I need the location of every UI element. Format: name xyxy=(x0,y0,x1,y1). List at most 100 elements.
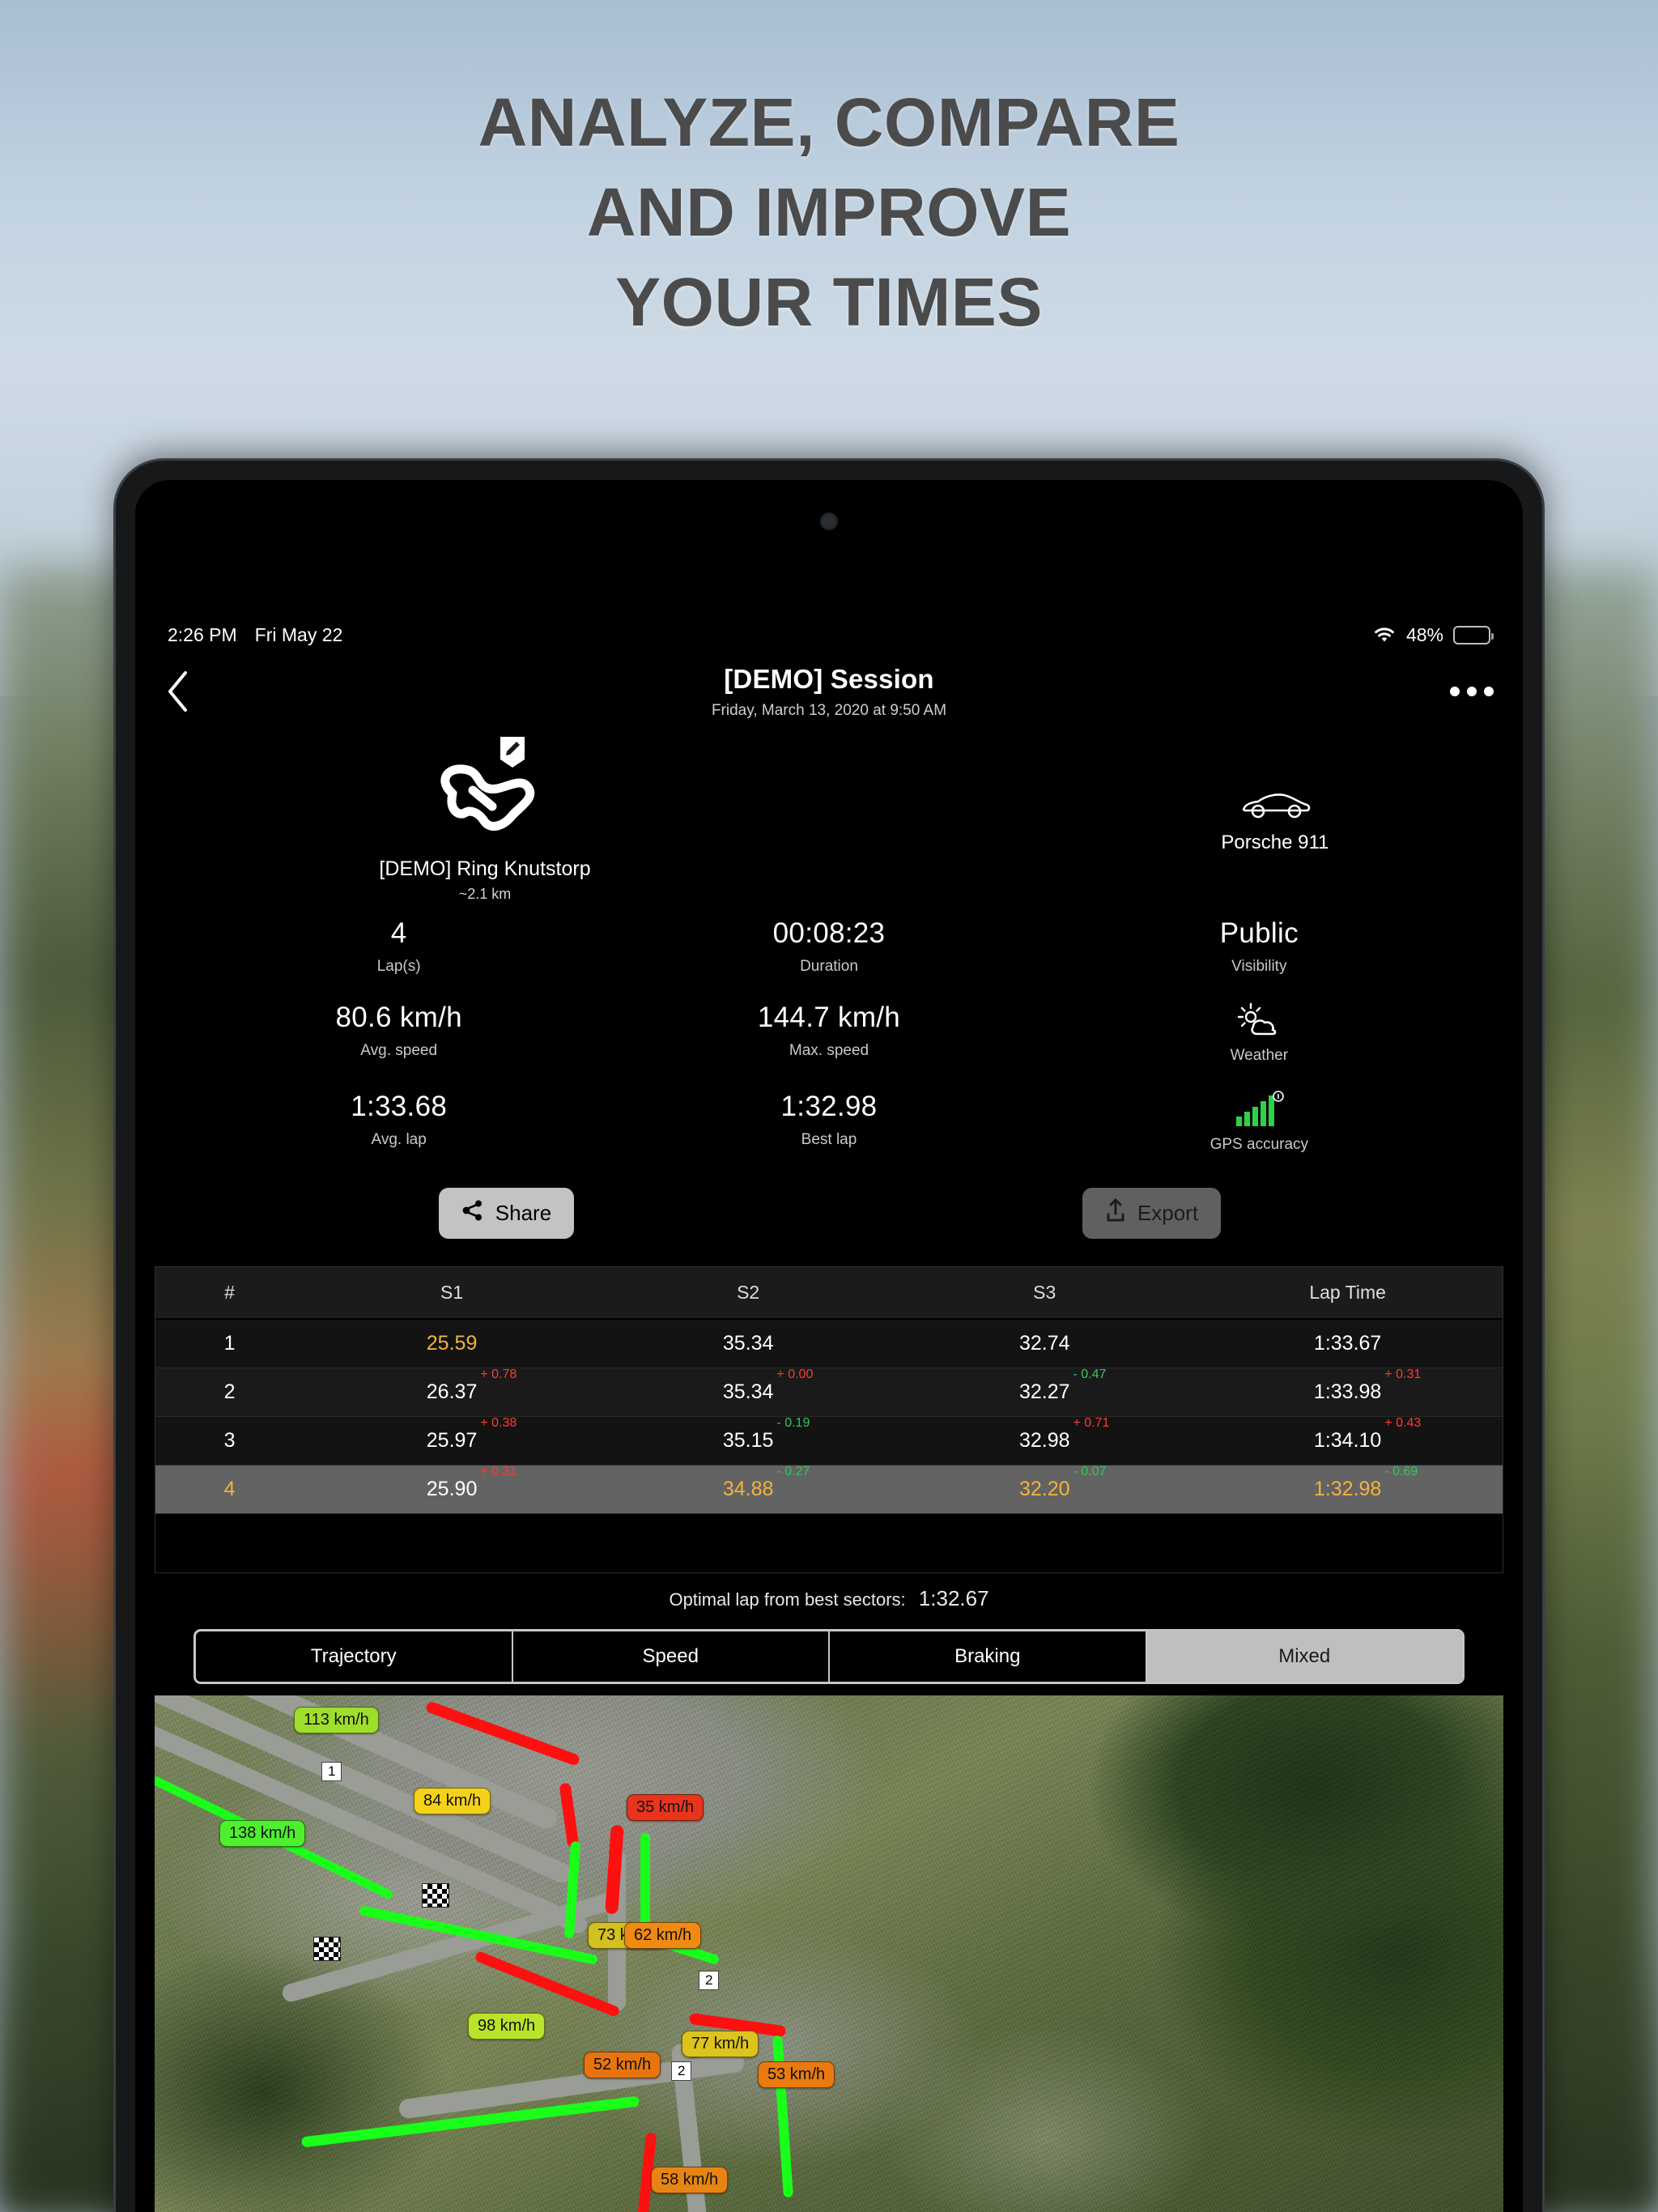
headline-line-3: YOUR TIMES xyxy=(615,263,1043,340)
tab-trajectory[interactable]: Trajectory xyxy=(196,1631,513,1682)
optimal-lap-value: 1:32.67 xyxy=(918,1586,989,1610)
page-subtitle: Friday, March 13, 2020 at 9:50 AM xyxy=(711,701,947,719)
speed-label: 77 km/h xyxy=(682,2031,759,2057)
tab-braking[interactable]: Braking xyxy=(830,1631,1147,1682)
sector-2: 34.88- 0.27 xyxy=(600,1465,896,1514)
dot-1 xyxy=(1450,687,1460,696)
stat-label: Best lap xyxy=(801,1131,857,1148)
stat-label: Max. speed xyxy=(789,1042,869,1059)
stats-row-1: 4 Lap(s) 00:08:23 Duration Public Visibi… xyxy=(184,917,1474,976)
stat-value: 144.7 km/h xyxy=(757,1002,901,1033)
car-block[interactable]: Porsche 911 xyxy=(1084,747,1466,854)
cell-value: 1:33.98 + 0.31 xyxy=(1313,1368,1422,1403)
lap-time: 1:33.67 xyxy=(1192,1319,1503,1368)
speed-label: 58 km/h xyxy=(651,2167,729,2193)
sector-3: 32.27- 0.47 xyxy=(896,1368,1192,1417)
status-bar: 2:26 PM Fri May 22 48% xyxy=(135,615,1523,654)
more-options-icon[interactable] xyxy=(1450,687,1494,696)
sector-1: 25.90 + 0.31 xyxy=(304,1465,600,1514)
cell-value: 26.37 + 0.78 xyxy=(426,1368,517,1403)
promo-headline: ANALYZE, COMPARE AND IMPROVE YOUR TIMES xyxy=(0,78,1658,347)
delta-value: + 0.31 xyxy=(480,1465,517,1478)
laps-table: # S1 S2 S3 Lap Time 1 25.59 35.34 32.74 1:33… xyxy=(155,1266,1503,1573)
cell-value: 1:34.10 + 0.43 xyxy=(1313,1416,1422,1452)
dot-2 xyxy=(1467,687,1477,696)
table-row[interactable]: 2 26.37 + 0.78 35.34 + 0.00 32.27- 0.47 1:33.9… xyxy=(155,1368,1503,1417)
corner-marker: 2 xyxy=(671,2061,692,2081)
speed-label: 98 km/h xyxy=(468,2013,546,2040)
table-header-row: # S1 S2 S3 Lap Time xyxy=(155,1267,1503,1320)
stat-value: 00:08:23 xyxy=(772,917,886,949)
session-summary: [DEMO] Ring Knutstorp ~2.1 km Porsche 91… xyxy=(135,729,1523,1239)
track-distance: ~2.1 km xyxy=(458,886,512,902)
share-slot: Share xyxy=(184,1188,829,1239)
stat-label: Weather xyxy=(1230,1047,1289,1064)
corner-marker: 1 xyxy=(321,1762,342,1781)
export-icon xyxy=(1105,1198,1126,1228)
partly-cloudy-icon xyxy=(1044,1002,1474,1039)
stat-best-lap: 1:32.98 Best lap xyxy=(614,1091,1044,1154)
speed-label: 52 km/h xyxy=(584,2052,661,2078)
tablet-screen-bezel: 2:26 PM Fri May 22 48% [DEMO] Session Fr… xyxy=(135,480,1523,2212)
navigation-bar: [DEMO] Session Friday, March 13, 2020 at… xyxy=(135,654,1523,729)
lap-time: 1:33.98 + 0.31 xyxy=(1192,1368,1503,1417)
stats-row-2: 80.6 km/h Avg. speed 144.7 km/h Max. spe… xyxy=(184,1002,1474,1065)
stat-label: Duration xyxy=(800,958,858,975)
sector-2: 35.34 xyxy=(600,1319,896,1368)
track-map[interactable]: 122 113 km/h84 km/h138 km/h35 km/h73 km/… xyxy=(155,1695,1503,2212)
back-button[interactable] xyxy=(161,668,197,715)
table-row[interactable]: 3 25.97 + 0.38 35.15- 0.19 32.98 + 0.71 1:34.1… xyxy=(155,1416,1503,1465)
table-footer-spacer xyxy=(155,1514,1503,1572)
tab-mixed[interactable]: Mixed xyxy=(1146,1631,1462,1682)
stat-label: GPS accuracy xyxy=(1209,1136,1309,1153)
stat-label: Lap(s) xyxy=(376,958,421,975)
speed-label: 62 km/h xyxy=(624,1922,702,1949)
stat-duration: 00:08:23 Duration xyxy=(614,917,1044,976)
table-row[interactable]: 4 25.90 + 0.31 34.88- 0.27 32.20- 0.07 1:32.9… xyxy=(155,1465,1503,1514)
stat-label: Visibility xyxy=(1231,958,1287,975)
cell-value: 32.98 + 0.71 xyxy=(1018,1416,1110,1452)
lap-time: 1:32.98- 0.69 xyxy=(1192,1465,1503,1514)
export-button[interactable]: Export xyxy=(1082,1188,1222,1239)
speed-label: 35 km/h xyxy=(627,1794,704,1821)
cell-value: 34.88- 0.27 xyxy=(722,1465,810,1500)
stat-max-speed: 144.7 km/h Max. speed xyxy=(614,1002,1044,1065)
cell-value: 25.97 + 0.38 xyxy=(426,1416,517,1452)
edit-pencil-icon[interactable] xyxy=(499,735,526,773)
dot-3 xyxy=(1484,687,1494,696)
stat-label: Avg. lap xyxy=(371,1131,427,1148)
export-label: Export xyxy=(1137,1201,1199,1225)
track-block[interactable]: [DEMO] Ring Knutstorp ~2.1 km xyxy=(192,737,778,903)
delta-value: - 0.27 xyxy=(776,1465,810,1478)
view-tabs: Trajectory Speed Braking Mixed xyxy=(193,1629,1465,1684)
share-button[interactable]: Share xyxy=(438,1188,575,1239)
cell-value: 35.34 xyxy=(722,1332,774,1355)
col-s3: S3 xyxy=(896,1267,1193,1320)
stat-value: 4 xyxy=(390,917,407,949)
delta-value: + 0.31 xyxy=(1384,1368,1422,1381)
sector-1: 25.59 xyxy=(304,1319,600,1368)
table-row[interactable]: 1 25.59 35.34 32.74 1:33.67 xyxy=(155,1319,1503,1368)
front-camera xyxy=(820,513,838,530)
lap-number: 1 xyxy=(223,1332,236,1355)
cell-value: 25.90 + 0.31 xyxy=(426,1465,517,1500)
speed-label: 53 km/h xyxy=(758,2061,835,2088)
app-screen: 2:26 PM Fri May 22 48% [DEMO] Session Fr… xyxy=(135,615,1523,2212)
battery-percent: 48% xyxy=(1405,623,1443,645)
track-outline-icon xyxy=(424,737,546,848)
sector-2: 35.34 + 0.00 xyxy=(600,1368,896,1417)
cell-value: 1:33.67 xyxy=(1313,1332,1382,1355)
status-date: Fri May 22 xyxy=(254,623,343,645)
stat-avg-speed: 80.6 km/h Avg. speed xyxy=(184,1002,614,1065)
finish-flag-icon xyxy=(313,1937,341,1961)
cell-value: 35.15- 0.19 xyxy=(722,1416,810,1452)
lap-time: 1:34.10 + 0.43 xyxy=(1192,1416,1503,1465)
stat-value: Public xyxy=(1219,917,1299,949)
status-bar-left: 2:26 PM Fri May 22 xyxy=(168,624,342,646)
stat-gps-accuracy: GPS accuracy xyxy=(1044,1091,1474,1154)
tab-speed[interactable]: Speed xyxy=(513,1631,830,1682)
headline-line-2: AND IMPROVE xyxy=(586,173,1072,250)
delta-value: + 0.00 xyxy=(776,1368,814,1381)
cell-value: 35.34 + 0.00 xyxy=(722,1368,814,1403)
headline-line-1: ANALYZE, COMPARE xyxy=(478,84,1180,160)
